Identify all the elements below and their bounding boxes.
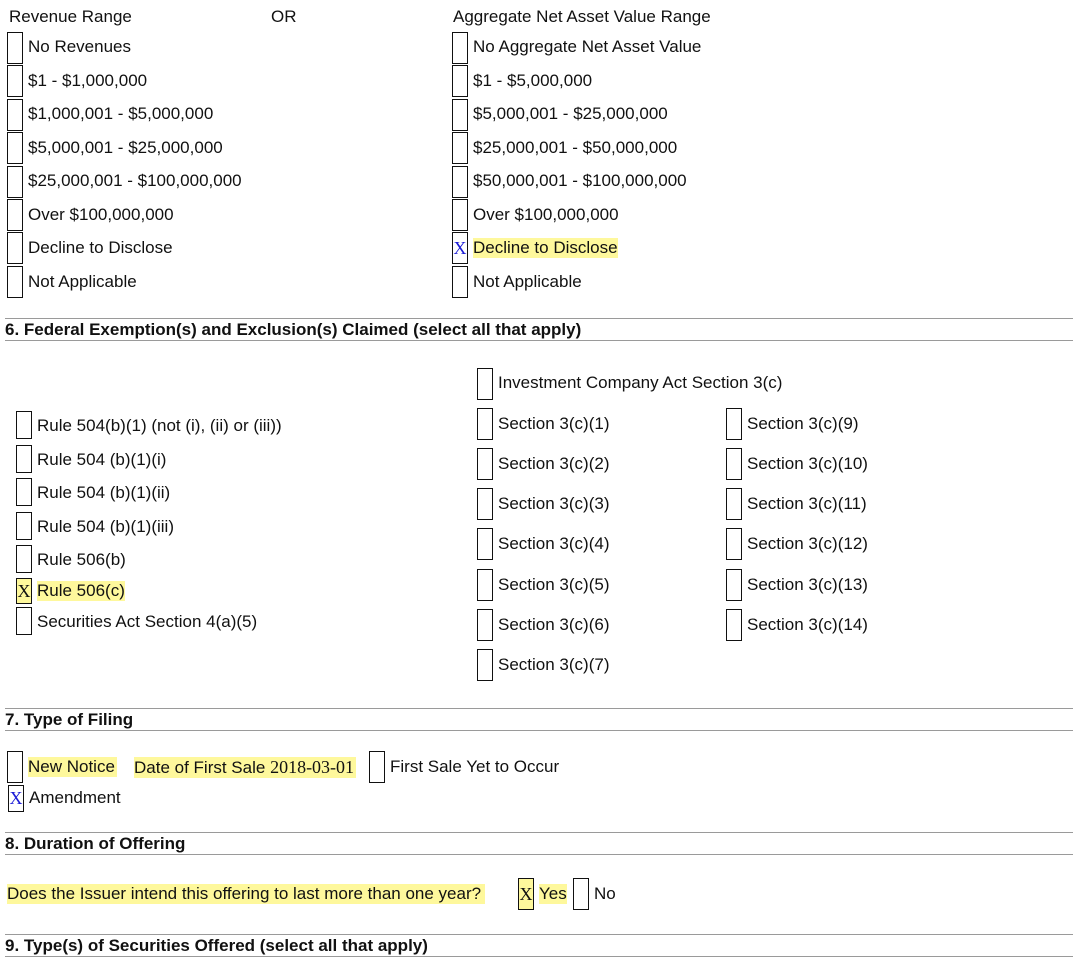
section-3c-label: Section 3(c)(2) [498, 454, 610, 473]
new-notice-checkbox[interactable] [7, 751, 23, 783]
revenue-option-label: $1 - $1,000,000 [28, 71, 148, 90]
ica-3c-label: Investment Company Act Section 3(c) [498, 373, 783, 392]
date-of-first-sale-value: 2018-03-01 [270, 757, 355, 777]
nav-checkbox[interactable] [452, 99, 468, 131]
section-3c-checkbox[interactable] [726, 609, 742, 641]
rule-checkbox[interactable] [16, 411, 32, 439]
duration-yes-label: Yes [539, 884, 567, 904]
nav-checkbox[interactable] [452, 132, 468, 164]
nav-option-label: $50,000,001 - $100,000,000 [473, 171, 687, 190]
nav-option-label-decline: Decline to Disclose [473, 238, 618, 258]
section-3c-label: Section 3(c)(4) [498, 534, 610, 553]
rule-label: Rule 506(b) [37, 550, 126, 569]
revenue-checkbox[interactable] [7, 232, 23, 264]
section-3c-checkbox[interactable] [477, 609, 493, 641]
section-6-title: 6. Federal Exemption(s) and Exclusion(s)… [5, 318, 1073, 341]
section-3c-label: Section 3(c)(13) [747, 575, 868, 594]
revenue-checkbox[interactable] [7, 266, 23, 298]
section-3c-checkbox[interactable] [726, 408, 742, 440]
section-3c-label: Section 3(c)(6) [498, 615, 610, 634]
duration-question: Does the Issuer intend this offering to … [7, 884, 486, 904]
rule-label: Securities Act Section 4(a)(5) [37, 612, 258, 631]
section-3c-label: Section 3(c)(10) [747, 454, 868, 473]
section-7-title: 7. Type of Filing [5, 708, 1073, 731]
section-3c-label: Section 3(c)(3) [498, 494, 610, 513]
section-3c-label: Section 3(c)(11) [747, 494, 867, 513]
nav-option-label: Over $100,000,000 [473, 205, 619, 224]
first-sale-yet-to-occur-label: First Sale Yet to Occur [390, 757, 560, 776]
amendment-checkbox-checked[interactable]: X [8, 785, 24, 812]
nav-option-label: Not Applicable [473, 272, 582, 291]
section-3c-checkbox[interactable] [477, 448, 493, 480]
duration-no-checkbox[interactable] [573, 878, 589, 910]
duration-yes-checkbox-checked[interactable]: X [518, 878, 534, 910]
section-3c-label: Section 3(c)(9) [747, 414, 859, 433]
revenue-option-label: $1,000,001 - $5,000,000 [28, 104, 214, 123]
nav-option-label: $25,000,001 - $50,000,000 [473, 138, 678, 157]
amendment-label: Amendment [29, 788, 121, 807]
section-3c-label: Section 3(c)(12) [747, 534, 868, 553]
rule-label: Rule 504 (b)(1)(i) [37, 450, 167, 469]
duration-no-label: No [594, 884, 616, 903]
revenue-checkbox[interactable] [7, 65, 23, 97]
rule-checkbox[interactable] [16, 545, 32, 573]
section-9-title: 9. Type(s) of Securities Offered (select… [5, 934, 1073, 957]
section-3c-checkbox[interactable] [477, 649, 493, 681]
rule-checkbox[interactable] [16, 478, 32, 506]
revenue-range-header: Revenue Range [9, 7, 132, 26]
section-3c-label: Section 3(c)(1) [498, 414, 610, 433]
section-3c-checkbox[interactable] [477, 488, 493, 520]
revenue-option-label: Over $100,000,000 [28, 205, 174, 224]
revenue-option-label: Not Applicable [28, 272, 137, 291]
revenue-checkbox[interactable] [7, 199, 23, 231]
rule-label: Rule 504 (b)(1)(ii) [37, 483, 171, 502]
nav-checkbox[interactable] [452, 32, 468, 64]
date-of-first-sale: Date of First Sale 2018-03-01 [134, 757, 357, 778]
nav-checkbox[interactable] [452, 166, 468, 198]
revenue-checkbox[interactable] [7, 99, 23, 131]
revenue-option-label: No Revenues [28, 37, 132, 56]
section-3c-checkbox[interactable] [477, 528, 493, 560]
section-3c-checkbox[interactable] [726, 569, 742, 601]
section-3c-checkbox[interactable] [726, 488, 742, 520]
rule-checkbox[interactable] [16, 512, 32, 540]
rule-506c-checkbox-checked[interactable]: X [16, 578, 32, 604]
revenue-option-label: Decline to Disclose [28, 238, 173, 257]
nav-option-label: $5,000,001 - $25,000,000 [473, 104, 668, 123]
nav-checkbox-decline-checked[interactable]: X [452, 232, 468, 264]
first-sale-yet-to-occur-checkbox[interactable] [369, 751, 385, 783]
revenue-checkbox[interactable] [7, 166, 23, 198]
rule-checkbox[interactable] [16, 445, 32, 473]
revenue-checkbox[interactable] [7, 132, 23, 164]
date-of-first-sale-label: Date of First Sale [134, 758, 266, 777]
section-3c-checkbox[interactable] [726, 528, 742, 560]
revenue-option-label: $25,000,001 - $100,000,000 [28, 171, 242, 190]
nav-range-header: Aggregate Net Asset Value Range [453, 7, 711, 26]
revenue-checkbox[interactable] [7, 32, 23, 64]
ica-3c-checkbox[interactable] [477, 368, 493, 400]
nav-checkbox[interactable] [452, 199, 468, 231]
or-label: OR [271, 7, 297, 26]
nav-option-label: $1 - $5,000,000 [473, 71, 593, 90]
section-3c-checkbox[interactable] [726, 448, 742, 480]
section-3c-label: Section 3(c)(7) [498, 655, 610, 674]
section-8-title: 8. Duration of Offering [5, 832, 1073, 855]
rule-checkbox[interactable] [16, 607, 32, 635]
section-3c-checkbox[interactable] [477, 569, 493, 601]
rule-label: Rule 504 (b)(1)(iii) [37, 517, 174, 536]
section-3c-checkbox[interactable] [477, 408, 493, 440]
new-notice-label: New Notice [28, 757, 117, 777]
section-3c-label: Section 3(c)(5) [498, 575, 610, 594]
rule-label: Rule 504(b)(1) (not (i), (ii) or (iii)) [37, 416, 282, 435]
nav-option-label: No Aggregate Net Asset Value [473, 37, 702, 56]
nav-checkbox[interactable] [452, 266, 468, 298]
revenue-option-label: $5,000,001 - $25,000,000 [28, 138, 223, 157]
nav-checkbox[interactable] [452, 65, 468, 97]
rule-506c-label: Rule 506(c) [37, 581, 125, 601]
section-3c-label: Section 3(c)(14) [747, 615, 868, 634]
